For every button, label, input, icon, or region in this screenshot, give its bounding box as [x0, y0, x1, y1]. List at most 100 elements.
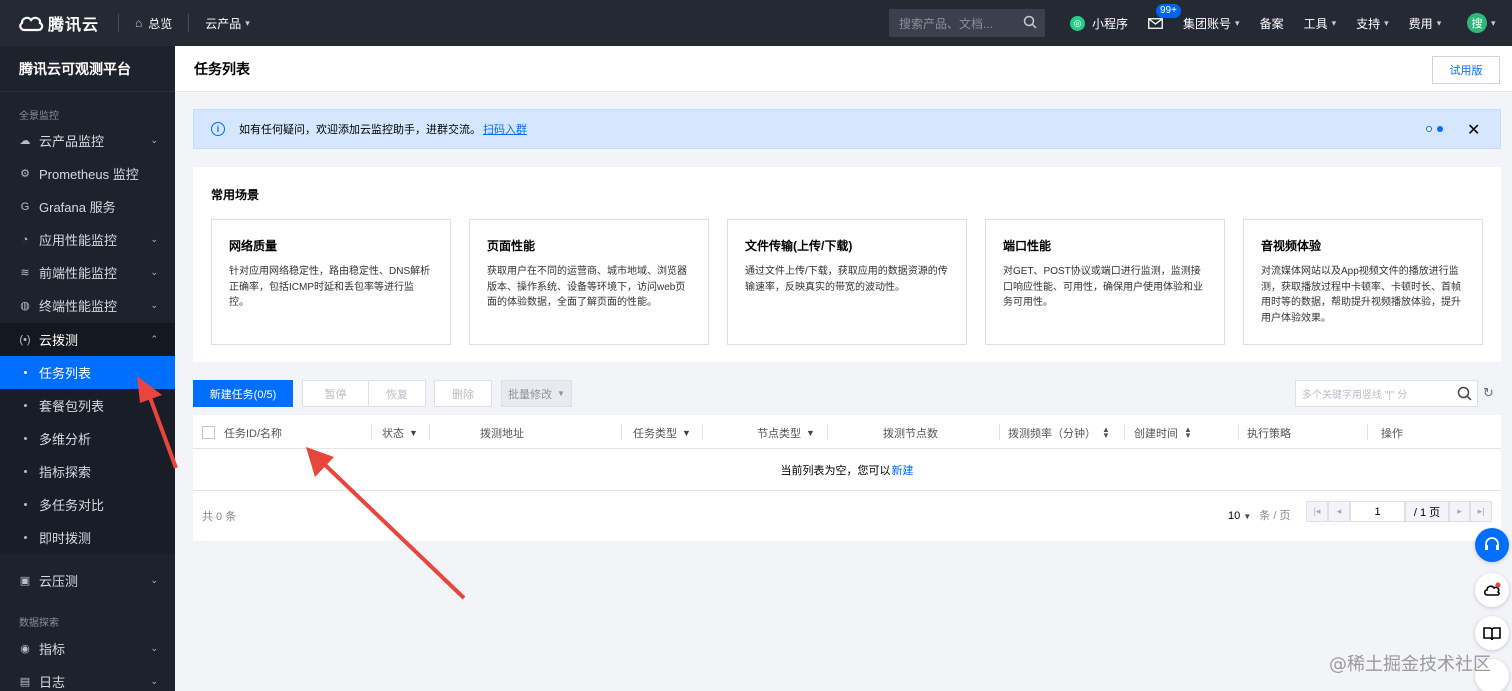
scenario-card-port-perf[interactable]: 端口性能 对GET、POST协议或端口进行监测，监测接口响应性能、可用性，确保用… [985, 219, 1225, 345]
search-icon[interactable] [1023, 15, 1037, 29]
sidebar-item-cloud-monitor[interactable]: ☁ 云产品监控 ⌄ [0, 124, 175, 157]
new-task-button[interactable]: 新建任务(0/5) [193, 380, 293, 407]
customer-service-button[interactable] [1475, 528, 1509, 562]
sidebar-item-terminal-perf[interactable]: ◍ 终端性能监控 ⌄ [0, 289, 175, 322]
sidebar-item-logs[interactable]: ▤ 日志 ⌄ [0, 665, 175, 691]
sidebar-item-metrics[interactable]: ◉ 指标 ⌄ [0, 632, 175, 665]
filter-icon[interactable]: ▼ [682, 428, 691, 438]
products-menu[interactable]: 云产品 ▾ [195, 0, 260, 46]
sidebar-item-instant-probe[interactable]: 即时拨测 [0, 521, 175, 554]
sidebar-item-label: 指标探索 [39, 465, 92, 480]
sidebar-item-package-list[interactable]: 套餐包列表 [0, 389, 175, 422]
group-account-menu[interactable]: 集团账号 ▾ [1173, 15, 1250, 32]
banner-pager[interactable] [1426, 126, 1448, 132]
filter-icon[interactable]: ▼ [806, 428, 815, 438]
card-title: 音视频体验 [1261, 239, 1322, 253]
miniprogram-link[interactable]: ◎ 小程序 [1060, 15, 1138, 32]
last-page-button[interactable]: ▸| [1470, 501, 1492, 522]
chevron-down-icon: ▾ [1331, 17, 1337, 28]
avatar[interactable]: 搜 [1467, 13, 1487, 33]
mail-button[interactable] [1138, 17, 1173, 29]
filing-link[interactable]: 备案 [1250, 15, 1294, 32]
close-icon[interactable]: ✕ [1467, 120, 1480, 140]
rum-icon: ≋ [20, 267, 30, 279]
metrics-icon: ◉ [20, 643, 30, 655]
sidebar-item-metric-explore[interactable]: 指标探索 [0, 455, 175, 488]
sidebar-item-label: 应用性能监控 [39, 233, 118, 248]
overview-link[interactable]: ⌂ 总览 [125, 0, 182, 46]
col-task-id: 任务ID/名称 [224, 425, 282, 441]
filter-icon[interactable]: ▼ [409, 428, 418, 438]
tools-menu[interactable]: 工具 ▾ [1294, 15, 1347, 32]
sidebar-item-prometheus[interactable]: ⚙ Prometheus 监控 [0, 157, 175, 190]
sidebar-item-task-compare[interactable]: 多任务对比 [0, 488, 175, 521]
scenario-card-av-experience[interactable]: 音视频体验 对流媒体网站以及App视频文件的播放进行监测，获取播放过程中卡顿率、… [1243, 219, 1483, 345]
sidebar: 腾讯云可观测平台 全景监控 ☁ 云产品监控 ⌄ ⚙ Prometheus 监控 … [0, 46, 175, 691]
col-node-count: 拨测节点数 [883, 425, 938, 441]
home-icon: ⌂ [135, 16, 143, 30]
resume-button[interactable]: 恢复 [368, 380, 426, 407]
feedback-button[interactable] [1475, 573, 1509, 607]
column-label: 任务ID/名称 [224, 428, 283, 440]
batch-edit-dropdown[interactable]: 批量修改 ▼ [501, 380, 572, 407]
global-search-input[interactable]: 搜索产品、文档... [889, 9, 1045, 37]
prev-page-button[interactable]: ◂ [1328, 501, 1350, 522]
col-created-time[interactable]: 创建时间 ▲ ▼ [1134, 425, 1192, 441]
page-size-unit: 条 / 页 [1259, 510, 1291, 522]
docs-button[interactable] [1475, 616, 1509, 650]
first-page-button[interactable]: |◂ [1306, 501, 1328, 522]
sidebar-item-task-list[interactable]: 任务列表 [0, 356, 175, 389]
overview-label: 总览 [148, 16, 173, 31]
chevron-down-icon: ▾ [1436, 17, 1442, 28]
column-divider [1367, 424, 1368, 440]
col-node-type[interactable]: 节点类型 ▼ [757, 425, 815, 441]
bullet-dot [24, 404, 27, 407]
column-divider [827, 424, 828, 440]
empty-text: 当前列表为空，您可以 [780, 464, 891, 477]
trial-version-button[interactable]: 试用版 [1432, 56, 1500, 84]
delete-button[interactable]: 删除 [434, 380, 492, 407]
scenario-card-network[interactable]: 网络质量 针对应用网络稳定性，路由稳定性、DNS解析正确率，包括ICMP时延和丢… [211, 219, 451, 345]
sidebar-item-multi-analysis[interactable]: 多维分析 [0, 422, 175, 455]
pager-dot-active[interactable] [1437, 126, 1443, 132]
refresh-icon[interactable]: ↻ [1483, 385, 1494, 401]
search-icon[interactable] [1457, 386, 1472, 401]
sidebar-title: 腾讯云可观测平台 [0, 46, 175, 92]
support-menu[interactable]: 支持 ▾ [1346, 15, 1399, 32]
chevron-down-icon[interactable]: ▾ [1491, 18, 1496, 29]
column-divider [999, 424, 1000, 440]
apm-icon: ◔ [21, 233, 29, 246]
sidebar-item-cloud-probe[interactable]: (•) 云拨测 ⌃ [0, 323, 175, 356]
bullet-dot [24, 503, 27, 506]
sort-icon[interactable]: ▲ ▼ [1184, 426, 1192, 440]
sidebar-item-grafana[interactable]: G Grafana 服务 [0, 190, 175, 223]
pause-button[interactable]: 暂停 [302, 380, 369, 407]
terminal-perf-icon: ◍ [20, 300, 30, 312]
sort-icon[interactable]: ▲ ▼ [1102, 426, 1110, 440]
next-page-button[interactable]: ▸ [1449, 501, 1470, 522]
col-frequency[interactable]: 拨测频率（分钟） ▲ ▼ [1008, 425, 1110, 441]
billing-menu[interactable]: 费用 ▾ [1399, 15, 1452, 32]
scenario-card-file-transfer[interactable]: 文件传输(上传/下载) 通过文件上传/下载，获取应用的数据资源的传输速率，反映真… [727, 219, 967, 345]
empty-state: 当前列表为空，您可以 新建 [193, 449, 1501, 491]
column-divider [371, 424, 372, 440]
task-search-input[interactable]: 多个关键字用竖线 "|" 分 [1295, 380, 1478, 407]
chevron-down-icon: ⌄ [150, 643, 158, 653]
pager-dot[interactable] [1426, 126, 1432, 132]
sidebar-item-apm[interactable]: ◔ 应用性能监控 ⌄ [0, 223, 175, 256]
create-link[interactable]: 新建 [892, 462, 914, 478]
column-divider [1238, 424, 1239, 440]
col-status[interactable]: 状态 ▼ [382, 425, 418, 441]
bullet-dot [24, 371, 27, 374]
sidebar-item-load-test[interactable]: ▣ 云压测 ⌄ [0, 564, 175, 597]
col-task-type[interactable]: 任务类型 ▼ [633, 425, 691, 441]
page-size-select[interactable]: 10 ▼ 条 / 页 [1228, 507, 1290, 523]
tencent-cloud-logo[interactable]: 腾讯云 [0, 11, 112, 35]
page-number-input[interactable]: 1 [1350, 501, 1405, 522]
scenario-card-page-perf[interactable]: 页面性能 获取用户在不同的运营商、城市地域、浏览器版本、操作系统、设备等环境下，… [469, 219, 709, 345]
sidebar-item-rum[interactable]: ≋ 前端性能监控 ⌄ [0, 256, 175, 289]
top-right-menu: ◎ 小程序 集团账号 ▾ 备案 工具 ▾ 支持 ▾ 费用 ▾ [1060, 0, 1451, 46]
sidebar-item-label: 指标 [39, 642, 66, 657]
join-group-link[interactable]: 扫码入群 [483, 121, 527, 137]
select-all-checkbox[interactable] [202, 426, 215, 439]
